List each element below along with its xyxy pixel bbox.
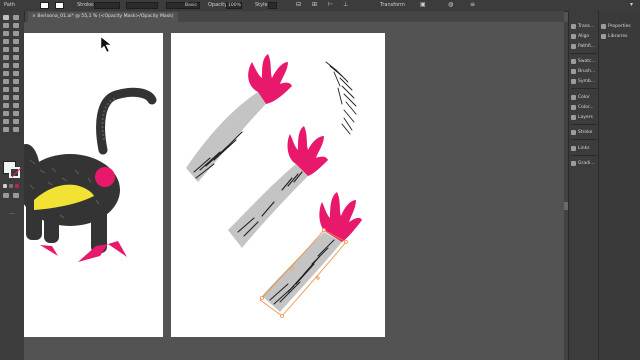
- selection-type-label: Path: [4, 2, 15, 8]
- panel-links[interactable]: Links: [571, 144, 590, 152]
- isolate-icon[interactable]: ▣: [420, 1, 426, 8]
- blend-tool-icon[interactable]: [3, 103, 9, 108]
- right-panels-dock: Properties Libraries: [598, 11, 640, 360]
- panel-swatches[interactable]: Swatc...: [571, 57, 596, 65]
- document-title: Berloona_01.ai* @ 55,1 % (<Opacity Mask>…: [37, 14, 174, 19]
- layers-icon: [571, 114, 576, 120]
- transform-icon: [571, 23, 576, 29]
- line-tool-icon[interactable]: [13, 39, 19, 44]
- panel-color[interactable]: Color: [571, 93, 590, 101]
- panel-brushes[interactable]: Brush...: [571, 67, 595, 75]
- color-mode-icon[interactable]: [3, 184, 7, 188]
- mesh-tool-icon[interactable]: [13, 87, 19, 92]
- variable-width-dropdown[interactable]: [126, 2, 158, 9]
- panel-transform[interactable]: Trans...: [571, 22, 594, 30]
- shape-builder-tool-icon[interactable]: [13, 79, 19, 84]
- panel-divider: [571, 124, 597, 125]
- opacity-field[interactable]: 100%: [226, 2, 242, 9]
- curvature-tool-icon[interactable]: [13, 31, 19, 36]
- stroke-weight-field[interactable]: [94, 2, 120, 9]
- zoom-tool-icon[interactable]: [3, 127, 9, 132]
- align-left-icon[interactable]: ⊢: [328, 1, 333, 8]
- rotate-tool-icon[interactable]: [13, 63, 19, 68]
- align-center-icon[interactable]: ⊥: [343, 1, 348, 8]
- align-icon: [571, 33, 576, 39]
- stroke-swatch[interactable]: [55, 2, 64, 9]
- panel-divider: [571, 155, 597, 156]
- opacity-value: 100%: [228, 3, 241, 8]
- gradient-tool-icon[interactable]: [3, 95, 9, 100]
- width-tool-icon[interactable]: [13, 71, 19, 76]
- brush-dropdown[interactable]: Basic: [166, 2, 200, 9]
- edit-toolbar-icon[interactable]: ···: [9, 211, 15, 218]
- rotate-view-tool-icon[interactable]: [13, 127, 19, 132]
- slice-tool-icon[interactable]: [3, 119, 9, 124]
- transform-link[interactable]: Transform: [380, 2, 405, 8]
- swatches-icon: [571, 58, 576, 64]
- fill-swatch[interactable]: [40, 2, 49, 9]
- panel-pathfinder[interactable]: Pathfi...: [571, 42, 595, 50]
- panel-divider: [571, 88, 597, 89]
- panel-stroke[interactable]: Stroke: [571, 128, 592, 136]
- pen-tool-icon[interactable]: [3, 31, 9, 36]
- color-icon: [571, 94, 576, 100]
- draw-normal-icon[interactable]: [3, 193, 9, 198]
- panel-menu-icon[interactable]: ≡: [470, 1, 475, 8]
- panel-properties[interactable]: Properties: [601, 22, 631, 30]
- magic-wand-tool-icon[interactable]: [3, 23, 9, 28]
- pathfinder-icon: [571, 43, 576, 49]
- arrange-icon[interactable]: ▾: [630, 1, 633, 8]
- none-mode-icon[interactable]: [15, 184, 19, 188]
- rectangle-tool-icon[interactable]: [3, 47, 9, 52]
- stroke-icon: [571, 129, 576, 135]
- panel-align[interactable]: Align: [571, 32, 589, 40]
- eraser-tool-icon[interactable]: [3, 63, 9, 68]
- recolor-icon[interactable]: ◍: [448, 1, 453, 8]
- shaper-tool-icon[interactable]: [3, 55, 9, 60]
- distribute-icon[interactable]: ⊞: [312, 1, 317, 8]
- collapsed-panels-dock: Trans... Align Pathfi... Swatc... Brush.…: [568, 11, 599, 360]
- style-swatch[interactable]: [268, 2, 277, 9]
- selection-tool-icon[interactable]: [3, 15, 9, 20]
- paintbrush-tool-icon[interactable]: [13, 47, 19, 52]
- screen-mode-icon[interactable]: [13, 193, 19, 198]
- artboard-tool-icon[interactable]: [13, 111, 19, 116]
- panel-divider: [571, 139, 597, 140]
- panel-divider: [571, 53, 597, 54]
- align-shortcut-icon[interactable]: ⊟: [296, 1, 301, 8]
- panel-symbols[interactable]: Symb...: [571, 77, 595, 85]
- stroke-label[interactable]: Stroke:: [77, 2, 95, 8]
- panel-layers[interactable]: Layers: [571, 113, 593, 121]
- pencil-tool-icon[interactable]: [13, 55, 19, 60]
- eyedropper-tool-icon[interactable]: [13, 95, 19, 100]
- panel-color-guide[interactable]: Color...: [571, 103, 594, 111]
- artwork: [24, 33, 385, 337]
- symbols-icon: [571, 78, 576, 84]
- gradient-mode-icon[interactable]: [9, 184, 13, 188]
- column-graph-tool-icon[interactable]: [3, 111, 9, 116]
- canvas[interactable]: [24, 22, 564, 360]
- document-tab[interactable]: × Berloona_01.ai* @ 55,1 % (<Opacity Mas…: [28, 12, 178, 22]
- links-icon: [571, 145, 576, 151]
- panel-libraries[interactable]: Libraries: [601, 32, 627, 40]
- symbol-sprayer-tool-icon[interactable]: [13, 103, 19, 108]
- free-transform-tool-icon[interactable]: [3, 79, 9, 84]
- brushes-icon: [571, 68, 576, 74]
- panel-gradient[interactable]: Gradi...: [571, 159, 595, 167]
- perspective-grid-tool-icon[interactable]: [3, 87, 9, 92]
- properties-icon: [601, 23, 606, 29]
- stroke-color-icon[interactable]: [9, 167, 22, 178]
- brush-name: Basic: [185, 3, 197, 8]
- type-tool-icon[interactable]: [3, 39, 9, 44]
- color-guide-icon: [571, 104, 576, 110]
- gradient-icon: [571, 160, 576, 166]
- libraries-icon: [601, 33, 606, 39]
- lasso-tool-icon[interactable]: [13, 23, 19, 28]
- scale-tool-icon[interactable]: [3, 71, 9, 76]
- direct-selection-tool-icon[interactable]: [13, 15, 19, 20]
- tools-panel: ···: [0, 11, 25, 360]
- hand-tool-icon[interactable]: [13, 119, 19, 124]
